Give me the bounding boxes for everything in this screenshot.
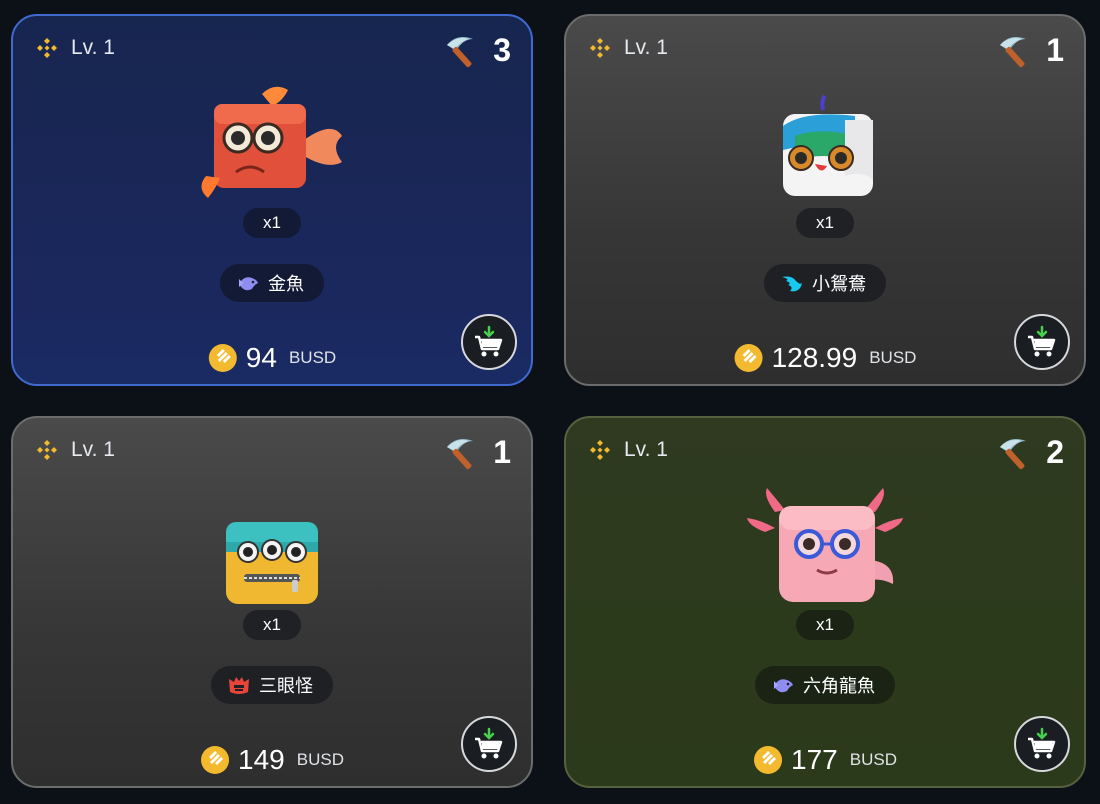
price-display: 128.99 BUSD: [734, 342, 917, 374]
pet-type-tag: 小鴛鴦: [764, 264, 886, 302]
fish-icon: [239, 277, 258, 291]
bnb-logo-icon: [590, 440, 610, 460]
pet-type-tag: 六角龍魚: [755, 666, 895, 704]
buy-cart-button[interactable]: [461, 314, 517, 370]
pet-card-goldfish[interactable]: Lv. 1 3 x1 金魚 94 BUSD: [11, 14, 533, 386]
busd-coin-icon: [208, 344, 237, 372]
level-text: Lv. 1: [624, 438, 668, 461]
pet-type-name: 金魚: [268, 274, 304, 294]
pet-card-mandarin-duck[interactable]: Lv. 1 1 x1 小鴛鴦 128.99 BUSD: [564, 14, 1086, 386]
buy-cart-button[interactable]: [1014, 314, 1070, 370]
pickaxe-icon: [1000, 36, 1027, 67]
pet-type-tag: 金魚: [220, 264, 324, 302]
price-value: 149: [238, 744, 285, 775]
mining-power: 3: [443, 32, 511, 69]
goldfish-pet-image: [201, 86, 342, 198]
mining-count: 1: [1046, 32, 1064, 68]
price-display: 149 BUSD: [200, 744, 344, 776]
pet-type-name: 小鴛鴦: [812, 274, 866, 294]
level-label-row: Lv. 1: [588, 438, 668, 462]
pet-type-name: 六角龍魚: [803, 676, 875, 696]
level-label-row: Lv. 1: [588, 36, 668, 60]
price-value: 177: [791, 744, 838, 775]
buy-cart-button[interactable]: [461, 716, 517, 772]
level-text: Lv. 1: [624, 36, 668, 59]
bnb-logo-icon: [590, 38, 610, 58]
fish-icon: [774, 679, 793, 693]
cart-download-icon: [1028, 727, 1056, 759]
quantity-badge: x1: [796, 208, 854, 238]
mining-power: 2: [996, 434, 1064, 471]
quantity-badge: x1: [243, 208, 301, 238]
axolotl-pet-image: [747, 488, 903, 602]
three-eyed-monster-pet-image: [226, 522, 318, 604]
price-display: 177 BUSD: [753, 744, 897, 776]
mining-count: 1: [493, 434, 511, 470]
level-label-row: Lv. 1: [35, 36, 115, 60]
busd-coin-icon: [754, 746, 783, 774]
pickaxe-icon: [447, 438, 474, 469]
price-value: 94: [245, 342, 277, 373]
wing-icon: [782, 276, 802, 292]
quantity-badge: x1: [243, 610, 301, 640]
quantity-badge: x1: [796, 610, 854, 640]
mining-count: 3: [493, 32, 511, 68]
cart-download-icon: [1028, 325, 1056, 357]
bnb-logo-icon: [37, 38, 57, 58]
price-display: 94 BUSD: [208, 342, 336, 374]
cart-download-icon: [475, 325, 503, 357]
price-currency: BUSD: [849, 750, 897, 769]
pickaxe-icon: [447, 36, 474, 67]
level-label-row: Lv. 1: [35, 438, 115, 462]
bnb-logo-icon: [37, 440, 57, 460]
pickaxe-icon: [1000, 438, 1027, 469]
pet-card-axolotl[interactable]: Lv. 1 2 x1 六角龍魚 177 BUSD: [564, 416, 1086, 788]
price-currency: BUSD: [288, 348, 337, 367]
mining-count: 2: [1046, 434, 1064, 470]
mining-power: 1: [443, 434, 511, 471]
busd-coin-icon: [201, 746, 230, 774]
mandarin-duck-pet-image: [783, 94, 873, 196]
pet-card-three-eyed-monster[interactable]: Lv. 1 1 x1 三眼怪 149 BUSD: [11, 416, 533, 788]
monster-icon: [229, 677, 249, 694]
buy-cart-button[interactable]: [1014, 716, 1070, 772]
price-currency: BUSD: [869, 348, 917, 367]
cart-download-icon: [475, 727, 503, 759]
busd-coin-icon: [734, 344, 763, 372]
level-text: Lv. 1: [71, 438, 115, 461]
mining-power: 1: [996, 32, 1064, 69]
price-value: 128.99: [771, 342, 858, 373]
price-currency: BUSD: [296, 750, 344, 769]
pet-type-tag: 三眼怪: [211, 666, 333, 704]
level-text: Lv. 1: [71, 36, 115, 59]
pet-type-name: 三眼怪: [259, 676, 313, 696]
